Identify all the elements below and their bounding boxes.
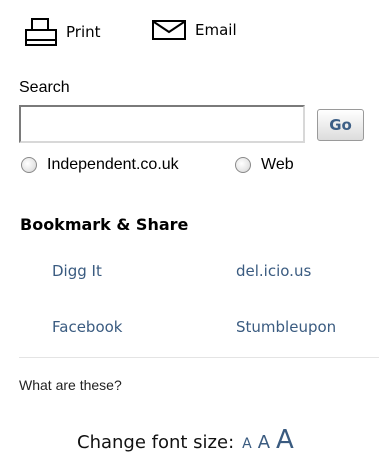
print-button[interactable]: Print: [24, 18, 101, 46]
printer-icon: [24, 18, 58, 46]
search-label: Search: [19, 79, 70, 96]
font-size-label: Change font size:: [77, 432, 235, 453]
go-button[interactable]: Go: [317, 109, 364, 141]
email-label: Email: [195, 21, 237, 39]
font-size-small-button[interactable]: A: [242, 436, 252, 452]
stumbleupon-link[interactable]: Stumbleupon: [236, 318, 336, 336]
email-button[interactable]: Email: [151, 18, 237, 42]
delicious-link[interactable]: del.icio.us: [236, 262, 311, 280]
what-are-these-link[interactable]: What are these?: [19, 377, 122, 393]
facebook-link[interactable]: Facebook: [52, 318, 122, 336]
search-input[interactable]: [19, 105, 305, 143]
radio-web-label: Web: [261, 156, 294, 173]
digg-link[interactable]: Digg It: [52, 262, 102, 280]
font-size-large-button[interactable]: A: [276, 425, 294, 455]
font-size-control: Change font size: A A A: [77, 425, 294, 455]
print-label: Print: [66, 23, 101, 41]
divider: [19, 357, 379, 358]
bookmark-heading: Bookmark & Share: [20, 215, 189, 234]
radio-independent-label: Independent.co.uk: [47, 156, 179, 173]
envelope-icon: [151, 18, 187, 42]
radio-web[interactable]: [235, 157, 251, 173]
font-size-medium-button[interactable]: A: [258, 432, 270, 453]
radio-independent[interactable]: [21, 157, 37, 173]
